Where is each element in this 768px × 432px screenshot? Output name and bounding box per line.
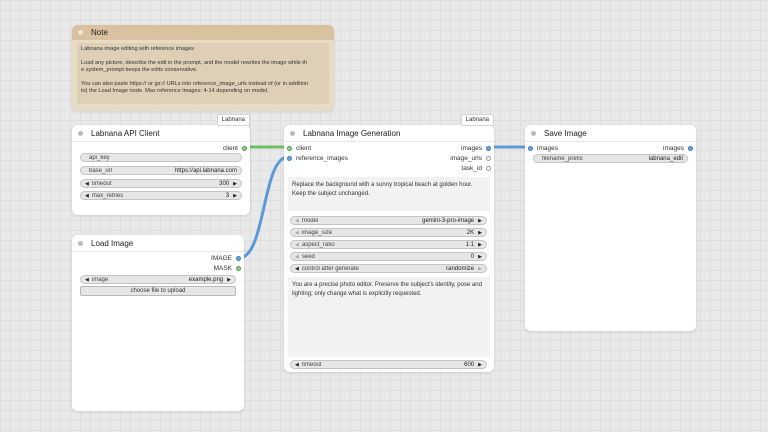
note-line: to) the Load Image node. Max reference i…	[81, 88, 269, 94]
save-image-node[interactable]: Save Image images images filename_prefix…	[525, 125, 696, 331]
increment-arrow-icon[interactable]: ▶	[478, 362, 482, 368]
port-label: images	[663, 144, 684, 152]
port-label: MASK	[213, 264, 232, 272]
output-port-icon[interactable]	[486, 155, 491, 161]
port-label: task_id	[461, 164, 482, 172]
next-arrow-icon[interactable]: ▶	[478, 218, 482, 224]
filename-prefix-field[interactable]: filename_prefix labnana_edit	[533, 154, 688, 163]
output-port-icon[interactable]	[486, 165, 491, 171]
next-arrow-icon[interactable]: ▶	[478, 242, 482, 248]
note-line: Load any picture, describe the edit in t…	[81, 59, 308, 66]
node-header[interactable]: Save Image	[525, 125, 696, 142]
output-port-icon[interactable]	[486, 145, 491, 151]
api-client-node[interactable]: Labnana Labnana API Client client api_ke…	[72, 114, 250, 215]
output-task-id[interactable]: task_id	[461, 164, 491, 172]
prev-arrow-icon[interactable]: ◀	[295, 266, 299, 272]
port-label: client	[222, 144, 238, 152]
input-images[interactable]: images	[528, 144, 558, 152]
node-title: Load Image	[91, 238, 134, 248]
image-size-select[interactable]: ◀ image_size 2K ▶	[290, 228, 487, 237]
port-label: images	[461, 144, 482, 152]
system-prompt-textarea[interactable]: You are a precise photo editor. Preserve…	[288, 277, 490, 357]
control-after-generate-select[interactable]: ◀ control after generate randomize ▶	[290, 264, 487, 273]
output-image[interactable]: IMAGE	[211, 254, 241, 262]
output-port-icon[interactable]	[236, 265, 241, 271]
note-node[interactable]: Note Labnana image editing with referenc…	[72, 25, 334, 111]
increment-arrow-icon[interactable]: ▶	[233, 181, 237, 187]
output-client[interactable]: client	[223, 144, 247, 152]
input-reference-images[interactable]: reference_images	[287, 154, 348, 162]
output-port-icon[interactable]	[242, 145, 247, 151]
output-port-icon[interactable]	[236, 255, 241, 261]
output-image-urls[interactable]: image_urls	[450, 154, 491, 162]
port-label: reference_images	[296, 154, 349, 162]
decrement-arrow-icon[interactable]: ◀	[85, 193, 89, 199]
image-generation-node[interactable]: Labnana Labnana Image Generation client …	[284, 114, 494, 372]
input-port-icon[interactable]	[287, 145, 292, 151]
next-arrow-icon[interactable]: ▶	[478, 230, 482, 236]
output-mask[interactable]: MASK	[214, 264, 241, 272]
input-client[interactable]: client	[287, 144, 311, 152]
node-badge: Labnana	[460, 114, 494, 126]
decrement-arrow-icon[interactable]: ◀	[295, 254, 299, 260]
base-url-field[interactable]: base_url https://api.labnana.com	[80, 166, 242, 175]
note-line: Labnana image editing with reference ima…	[81, 46, 194, 52]
node-title: Labnana Image Generation	[303, 128, 401, 138]
node-header[interactable]: Labnana Image Generation	[284, 125, 494, 142]
decrement-arrow-icon[interactable]: ◀	[85, 181, 89, 187]
note-line: You can also paste https:// or gs:// URL…	[81, 80, 309, 87]
port-label: images	[537, 144, 558, 152]
input-port-icon[interactable]	[528, 145, 533, 151]
prev-arrow-icon[interactable]: ◀	[295, 242, 299, 248]
prev-arrow-icon[interactable]: ◀	[85, 277, 89, 283]
output-images[interactable]: images	[461, 144, 491, 152]
prompt-textarea[interactable]: Replace the background with a sunny trop…	[288, 177, 490, 211]
note-header[interactable]: Note	[72, 25, 334, 40]
output-images[interactable]: images	[663, 144, 693, 152]
increment-arrow-icon[interactable]: ▶	[478, 254, 482, 260]
node-header[interactable]: Labnana API Client	[72, 125, 250, 142]
load-image-node[interactable]: Load Image IMAGE MASK ◀ image example.pn…	[72, 235, 244, 411]
port-label: client	[296, 144, 312, 152]
collapse-dot-icon[interactable]	[290, 130, 295, 136]
collapse-dot-icon[interactable]	[531, 130, 536, 136]
api-key-field[interactable]: api_key	[80, 153, 242, 162]
note-title: Note	[91, 28, 108, 37]
node-title: Save Image	[544, 128, 587, 138]
timeout-stepper[interactable]: ◀ timeout 300 ▶	[80, 179, 242, 188]
next-arrow-icon[interactable]: ▶	[478, 266, 482, 272]
model-select[interactable]: ◀ model gemini-3-pro-image ▶	[290, 216, 487, 225]
collapse-dot-icon[interactable]	[78, 130, 83, 136]
prev-arrow-icon[interactable]: ◀	[295, 218, 299, 224]
input-port-icon[interactable]	[287, 155, 292, 161]
collapse-dot-icon[interactable]	[78, 30, 83, 35]
seed-stepper[interactable]: ◀ seed 0 ▶	[290, 252, 487, 261]
port-label: IMAGE	[211, 254, 232, 262]
prev-arrow-icon[interactable]: ◀	[295, 230, 299, 236]
node-badge: Labnana	[216, 114, 250, 126]
output-port-icon[interactable]	[688, 145, 693, 151]
decrement-arrow-icon[interactable]: ◀	[295, 362, 299, 368]
note-line: e system_prompt keeps the edits conserva…	[81, 67, 198, 73]
port-label: image_urls	[450, 154, 482, 162]
collapse-dot-icon[interactable]	[78, 240, 83, 246]
aspect-ratio-select[interactable]: ◀ aspect_ratio 1:1 ▶	[290, 240, 487, 249]
timeout-stepper[interactable]: ◀ timeout 600 ▶	[290, 360, 487, 369]
max-retries-stepper[interactable]: ◀ max_retries 3 ▶	[80, 191, 242, 200]
upload-button[interactable]: choose file to upload	[80, 286, 236, 296]
note-body[interactable]: Labnana image editing with reference ima…	[77, 43, 329, 104]
next-arrow-icon[interactable]: ▶	[227, 277, 231, 283]
increment-arrow-icon[interactable]: ▶	[233, 193, 237, 199]
node-title: Labnana API Client	[91, 128, 160, 138]
image-select[interactable]: ◀ image example.png ▶	[80, 275, 236, 284]
node-header[interactable]: Load Image	[72, 235, 244, 252]
